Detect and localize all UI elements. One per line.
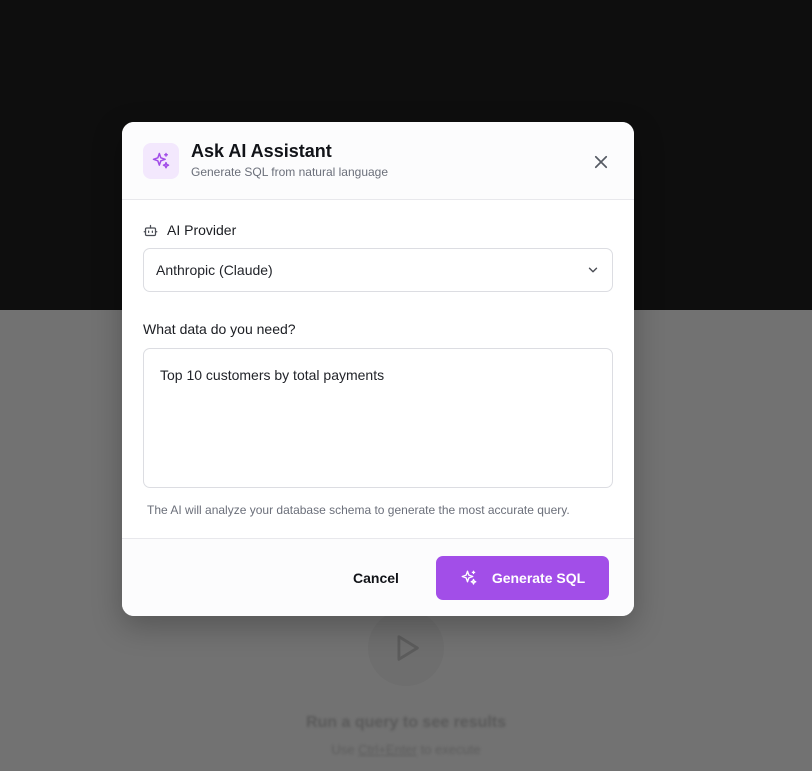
- generate-sql-button[interactable]: Generate SQL: [436, 556, 609, 600]
- provider-select-value: Anthropic (Claude): [156, 262, 273, 278]
- dialog-footer: Cancel Generate SQL: [122, 538, 634, 616]
- dialog-body: AI Provider Anthropic (Claude) What data…: [122, 200, 634, 538]
- empty-state-hint: Use Ctrl+Enter to execute: [0, 742, 812, 757]
- sparkles-icon: [143, 143, 179, 179]
- schema-hint: The AI will analyze your database schema…: [147, 503, 570, 517]
- sparkles-icon: [461, 570, 477, 585]
- dialog-title: Ask AI Assistant: [191, 141, 332, 161]
- empty-hint-key: Ctrl+Enter: [358, 742, 417, 757]
- provider-label-row: AI Provider: [143, 222, 236, 238]
- query-textarea[interactable]: Top 10 customers by total payments: [143, 348, 613, 488]
- dialog-header: Ask AI Assistant Generate SQL from natur…: [122, 122, 634, 200]
- close-button[interactable]: [590, 151, 612, 173]
- empty-hint-suffix: to execute: [420, 742, 481, 757]
- provider-select[interactable]: Anthropic (Claude): [143, 248, 613, 292]
- query-label: What data do you need?: [143, 321, 296, 337]
- dialog-subtitle: Generate SQL from natural language: [191, 165, 389, 179]
- results-empty-state: Run a query to see results Use Ctrl+Ente…: [0, 600, 812, 757]
- chevron-down-icon: [588, 267, 598, 273]
- empty-hint-prefix: Use: [331, 742, 355, 757]
- robot-icon: [143, 224, 158, 236]
- generate-sql-label: Generate SQL: [491, 570, 586, 586]
- ask-ai-dialog: Ask AI Assistant Generate SQL from natur…: [122, 122, 634, 616]
- provider-label: AI Provider: [167, 222, 237, 238]
- close-icon: [594, 155, 608, 169]
- play-icon: [368, 610, 444, 686]
- cancel-button[interactable]: Cancel: [336, 556, 416, 600]
- empty-state-title: Run a query to see results: [305, 714, 507, 731]
